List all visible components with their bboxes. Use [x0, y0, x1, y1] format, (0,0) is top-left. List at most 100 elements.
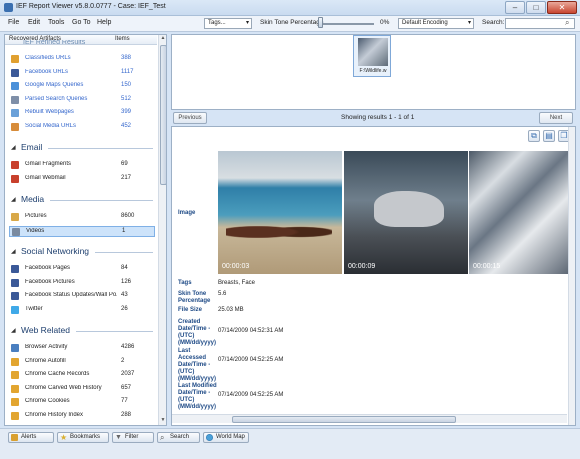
menu-file[interactable]: File — [8, 19, 19, 26]
artifact-label: Facebook URLs — [25, 68, 69, 75]
artifact-row[interactable]: Pictures 8600 — [9, 212, 155, 223]
menu-edit[interactable]: Edit — [28, 19, 40, 26]
artifact-row[interactable]: Videos 1 — [9, 225, 155, 237]
artifact-row[interactable]: Chrome Keyword Search Terms 6 — [9, 424, 155, 425]
artifact-row[interactable]: Classifieds URLs 388 — [9, 54, 155, 65]
artifact-count: 512 — [121, 95, 132, 102]
artifact-label: Chrome Cookies — [25, 398, 70, 404]
artifact-count: 84 — [121, 265, 128, 271]
minimize-button[interactable]: – — [505, 1, 525, 14]
scroll-down-icon[interactable]: ▼ — [159, 417, 166, 425]
artifact-row[interactable]: Chrome Cache Records 2037 — [9, 370, 155, 381]
artifact-tree-panel: Recovered Artifacts Items IEF Refined Re… — [4, 34, 167, 426]
artifact-row[interactable]: Rebuilt Webpages 399 — [9, 108, 155, 119]
video-frame-3[interactable]: 00:00:15 — [469, 151, 569, 274]
detail-vertical-scrollbar[interactable] — [568, 127, 575, 425]
artifact-row[interactable]: Twitter 26 — [9, 305, 155, 316]
twitter-icon — [11, 305, 19, 314]
artifact-count: 26 — [121, 305, 128, 312]
section-name: Web Related — [21, 325, 70, 335]
bookmarks-button[interactable]: ★ Bookmarks — [57, 432, 109, 443]
left-scrollbar-thumb[interactable] — [160, 45, 166, 185]
video-thumbnail[interactable]: F:\Wildlife.w — [353, 35, 391, 77]
artifact-count: 69 — [121, 161, 128, 167]
horses-shape — [226, 221, 332, 243]
image-label: Image — [178, 210, 196, 216]
artifact-row[interactable]: Chrome Autofill 2 — [9, 357, 155, 368]
field-value: 07/14/2009 04:52:31 AM — [218, 328, 284, 334]
section-header[interactable]: ◢ Email — [9, 142, 155, 154]
field-label: File Size — [178, 307, 203, 313]
collapse-arrow-icon[interactable]: ◢ — [11, 327, 16, 334]
search-button[interactable]: ⌕ Search — [157, 432, 200, 443]
collapse-arrow-icon[interactable]: ◢ — [11, 196, 16, 203]
bookmarks-icon: ★ — [60, 433, 68, 442]
collapse-arrow-icon[interactable]: ◢ — [11, 144, 16, 151]
tags-select[interactable]: Tags... — [204, 18, 252, 29]
artifact-row[interactable]: Browser Activity 4286 — [9, 343, 155, 354]
menu-help[interactable]: Help — [97, 19, 111, 26]
thumbnail-pane: F:\Wildlife.w — [171, 34, 576, 110]
previous-button[interactable]: Previous — [173, 112, 207, 124]
artifact-label: Parsed Search Queries — [25, 95, 88, 102]
artifact-count: 2 — [121, 357, 125, 364]
artifact-row[interactable]: Chrome Carved Web History 657 — [9, 384, 155, 395]
search-label: Search: — [482, 19, 505, 26]
encoding-select[interactable]: Default Encoding — [398, 18, 474, 29]
video-frame-2[interactable]: 00:00:09 — [344, 151, 468, 274]
collapse-arrow-icon[interactable]: ◢ — [11, 248, 16, 255]
artifact-row[interactable]: Chrome Cookies 77 — [9, 397, 155, 408]
facebook-icon — [11, 68, 19, 77]
section-header[interactable]: ◢ Media — [9, 194, 155, 206]
facebook-icon — [11, 292, 19, 300]
field-label: Last Modified Date/Time - (UTC) (MM/dd/y… — [178, 383, 217, 410]
artifact-row[interactable]: Social Media URLs 452 — [9, 122, 155, 133]
section-header[interactable]: ◢ Social Networking — [9, 246, 155, 258]
skin-tone-slider-thumb[interactable] — [318, 17, 323, 28]
next-button[interactable]: Next — [539, 112, 573, 124]
skin-tone-slider[interactable] — [318, 23, 374, 25]
world-map-button[interactable]: World Map — [203, 432, 249, 443]
left-scrollbar[interactable]: ▲ ▼ — [158, 35, 166, 425]
search-icon[interactable]: ⌕ — [565, 19, 569, 27]
browser-activity-icon — [11, 344, 19, 352]
maximize-button[interactable]: □ — [526, 1, 546, 14]
section-divider — [50, 200, 153, 201]
report-icon[interactable]: ▤ — [543, 130, 555, 142]
artifact-row[interactable]: Facebook URLs 1117 — [9, 68, 155, 79]
export-icon[interactable]: ⧉ — [528, 130, 540, 142]
video-frame-1[interactable]: 00:00:03 — [218, 151, 342, 274]
detail-horizontal-scrollbar[interactable] — [172, 414, 567, 423]
artifact-label: Google Maps Queries — [25, 82, 84, 88]
section-header[interactable]: ◢ Web Related — [9, 325, 155, 337]
seal-shape — [374, 191, 444, 227]
app-icon — [4, 3, 13, 12]
artifact-row[interactable]: Facebook Status Updates/Wall Po... 43 — [9, 291, 155, 302]
scroll-up-icon[interactable]: ▲ — [159, 35, 166, 43]
frame-timestamp-1: 00:00:03 — [222, 263, 250, 270]
filter-button[interactable]: ▼ Filter — [112, 432, 154, 443]
field-value: 07/14/2009 04:52:25 AM — [218, 357, 284, 363]
col-header-items[interactable]: Items — [115, 36, 130, 42]
artifact-row[interactable]: Facebook Pages 84 — [9, 264, 155, 275]
chrome-icon — [11, 398, 19, 406]
alerts-button[interactable]: Alerts — [8, 432, 54, 443]
artifact-label: Chrome History Index — [25, 411, 84, 418]
world-map-label: World Map — [216, 434, 245, 440]
artifact-count: 77 — [121, 398, 128, 404]
section-name: Social Networking — [21, 246, 90, 256]
artifact-row[interactable]: Chrome History Index 288 — [9, 411, 155, 422]
artifact-row[interactable]: Gmail Webmail 217 — [9, 174, 155, 185]
field-value: Breasts, Face — [218, 280, 256, 286]
artifact-count: 150 — [121, 82, 132, 88]
artifact-row[interactable]: Gmail Fragments 69 — [9, 160, 155, 171]
close-button[interactable]: ✕ — [547, 1, 577, 14]
artifact-label: Gmail Webmail — [25, 174, 66, 181]
menu-tools[interactable]: Tools — [48, 19, 64, 26]
artifact-row[interactable]: Google Maps Queries 150 — [9, 81, 155, 92]
artifact-row[interactable]: Facebook Pictures 126 — [9, 278, 155, 289]
menu-go-to[interactable]: Go To — [72, 19, 91, 26]
horizontal-scrollbar-thumb[interactable] — [232, 416, 456, 423]
artifact-row[interactable]: Parsed Search Queries 512 — [9, 95, 155, 106]
world-map-icon — [206, 434, 213, 441]
